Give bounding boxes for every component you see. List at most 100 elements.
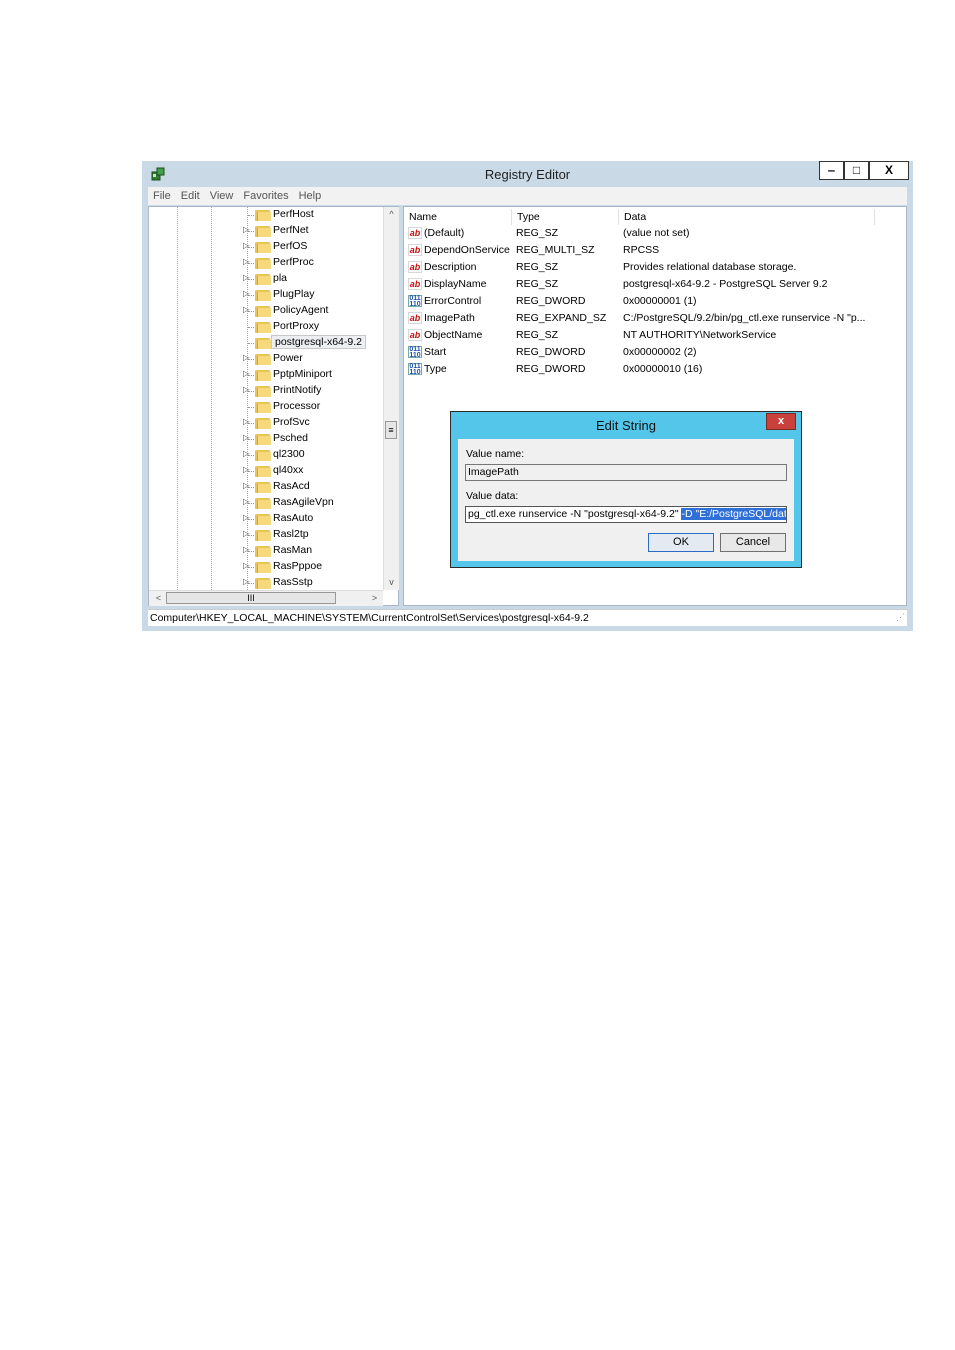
expand-arrow-icon[interactable]: ▷: [243, 545, 249, 554]
value-type: REG_DWORD: [516, 363, 586, 375]
tree-vertical-scrollbar[interactable]: ^ ≡ v: [383, 207, 399, 590]
tree-item[interactable]: ▷ Power: [149, 351, 383, 367]
tree-item[interactable]: ▷ pla: [149, 271, 383, 287]
menu-view[interactable]: View: [205, 187, 239, 205]
tree-item-label: Power: [273, 352, 303, 364]
value-data: 0x00000002 (2): [623, 346, 697, 358]
tree-item[interactable]: ▷ PerfOS: [149, 239, 383, 255]
expand-arrow-icon[interactable]: ▷: [243, 353, 249, 362]
value-data: postgresql-x64-9.2 - PostgreSQL Server 9…: [623, 278, 828, 290]
tree-item[interactable]: postgresql-x64-9.2: [149, 335, 383, 351]
ok-button[interactable]: OK: [648, 533, 714, 552]
expand-arrow-icon[interactable]: ▷: [243, 433, 249, 442]
string-value-icon: ab: [408, 278, 422, 290]
tree-item[interactable]: ▷ Rasl2tp: [149, 527, 383, 543]
tree-item[interactable]: ▷ RasMan: [149, 543, 383, 559]
expand-arrow-icon[interactable]: ▷: [243, 577, 249, 586]
expand-arrow-icon[interactable]: ▷: [243, 481, 249, 490]
scroll-left-icon[interactable]: <: [151, 591, 166, 605]
value-row[interactable]: ab ImagePath REG_EXPAND_SZ C:/PostgreSQL/9.…: [404, 310, 904, 327]
scroll-up-icon[interactable]: ^: [384, 207, 399, 221]
value-row[interactable]: 011 110 Type REG_DWORD 0x00000010 (16): [404, 361, 904, 378]
tree-item[interactable]: ▷ PrintNotify: [149, 383, 383, 399]
scroll-right-icon[interactable]: >: [367, 591, 382, 605]
tree-item[interactable]: Processor: [149, 399, 383, 415]
value-row[interactable]: ab (Default) REG_SZ (value not set): [404, 225, 904, 242]
expand-arrow-icon[interactable]: ▷: [243, 417, 249, 426]
value-type: REG_EXPAND_SZ: [516, 312, 607, 324]
tree-item[interactable]: ▷ Psched: [149, 431, 383, 447]
tree-connector: [248, 439, 254, 440]
tree-connector: [248, 407, 254, 408]
string-value-icon: ab: [408, 261, 422, 273]
menu-help[interactable]: Help: [294, 187, 327, 205]
expand-arrow-icon[interactable]: ▷: [243, 497, 249, 506]
tree-connector: [248, 375, 254, 376]
scroll-thumb[interactable]: ≡: [385, 421, 397, 439]
value-row[interactable]: ab DependOnService REG_MULTI_SZ RPCSS: [404, 242, 904, 259]
close-button[interactable]: X: [869, 161, 909, 180]
tree-item[interactable]: ▷ ql2300: [149, 447, 383, 463]
maximize-button[interactable]: □: [844, 161, 869, 180]
value-row[interactable]: ab Description REG_SZ Provides relational d…: [404, 259, 904, 276]
menu-edit[interactable]: Edit: [176, 187, 205, 205]
tree-item[interactable]: ▷ PptpMiniport: [149, 367, 383, 383]
value-row[interactable]: ab DisplayName REG_SZ postgresql-x64-9.2 - …: [404, 276, 904, 293]
folder-icon: [255, 481, 271, 493]
expand-arrow-icon[interactable]: ▷: [243, 305, 249, 314]
tree-item[interactable]: ▷ RasAuto: [149, 511, 383, 527]
expand-arrow-icon[interactable]: ▷: [243, 289, 249, 298]
tree-connector: [248, 359, 254, 360]
value-row[interactable]: 011 110 ErrorControl REG_DWORD 0x00000001 (…: [404, 293, 904, 310]
tree-connector: [248, 263, 254, 264]
horizontal-scroll-thumb[interactable]: III: [166, 592, 336, 604]
expand-arrow-icon[interactable]: ▷: [243, 465, 249, 474]
value-name: ObjectName: [424, 329, 483, 341]
tree-item[interactable]: ▷ RasPppoe: [149, 559, 383, 575]
value-row[interactable]: 011 110 Start REG_DWORD 0x00000002 (2): [404, 344, 904, 361]
tree-connector: [248, 295, 254, 296]
expand-arrow-icon[interactable]: ▷: [243, 529, 249, 538]
expand-arrow-icon[interactable]: ▷: [243, 225, 249, 234]
tree-connector: [248, 391, 254, 392]
value-name: DependOnService: [424, 244, 510, 256]
resize-grip-icon[interactable]: ⋰: [896, 609, 905, 625]
column-header-type[interactable]: Type: [512, 209, 619, 225]
dialog-close-button[interactable]: x: [766, 413, 796, 430]
folder-icon: [255, 417, 271, 429]
tree-item[interactable]: PortProxy: [149, 319, 383, 335]
tree-item[interactable]: ▷ PlugPlay: [149, 287, 383, 303]
expand-arrow-icon[interactable]: ▷: [243, 449, 249, 458]
tree-item-label: RasSstp: [273, 576, 313, 588]
column-header-data[interactable]: Data: [619, 209, 875, 225]
expand-arrow-icon[interactable]: ▷: [243, 385, 249, 394]
menu-file[interactable]: File: [148, 187, 176, 205]
value-type: REG_DWORD: [516, 346, 586, 358]
value-row[interactable]: ab ObjectName REG_SZ NT AUTHORITY\NetworkSe…: [404, 327, 904, 344]
expand-arrow-icon[interactable]: ▷: [243, 241, 249, 250]
scroll-down-icon[interactable]: v: [384, 575, 399, 589]
tree-connector: [248, 311, 254, 312]
menu-favorites[interactable]: Favorites: [238, 187, 293, 205]
tree-item[interactable]: ▷ PerfProc: [149, 255, 383, 271]
tree-item[interactable]: ▷ PerfNet: [149, 223, 383, 239]
key-path: Computer\HKEY_LOCAL_MACHINE\SYSTEM\Curre…: [150, 612, 589, 624]
expand-arrow-icon[interactable]: ▷: [243, 513, 249, 522]
tree-item[interactable]: PerfHost: [149, 207, 383, 223]
expand-arrow-icon[interactable]: ▷: [243, 257, 249, 266]
expand-arrow-icon[interactable]: ▷: [243, 369, 249, 378]
minimize-button[interactable]: ‒: [819, 161, 844, 180]
tree-connector: [248, 487, 254, 488]
tree-item[interactable]: ▷ PolicyAgent: [149, 303, 383, 319]
expand-arrow-icon[interactable]: ▷: [243, 561, 249, 570]
column-header-name[interactable]: Name: [404, 209, 512, 225]
tree-item[interactable]: ▷ ql40xx: [149, 463, 383, 479]
value-data-input[interactable]: pg_ctl.exe runservice -N "postgresql-x64…: [465, 506, 787, 523]
tree-item[interactable]: ▷ RasAgileVpn: [149, 495, 383, 511]
expand-arrow-icon[interactable]: ▷: [243, 273, 249, 282]
tree-item[interactable]: ▷ RasSstp: [149, 575, 383, 590]
tree-horizontal-scrollbar[interactable]: < III >: [149, 590, 383, 606]
tree-item[interactable]: ▷ RasAcd: [149, 479, 383, 495]
tree-item[interactable]: ▷ ProfSvc: [149, 415, 383, 431]
cancel-button[interactable]: Cancel: [720, 533, 786, 552]
